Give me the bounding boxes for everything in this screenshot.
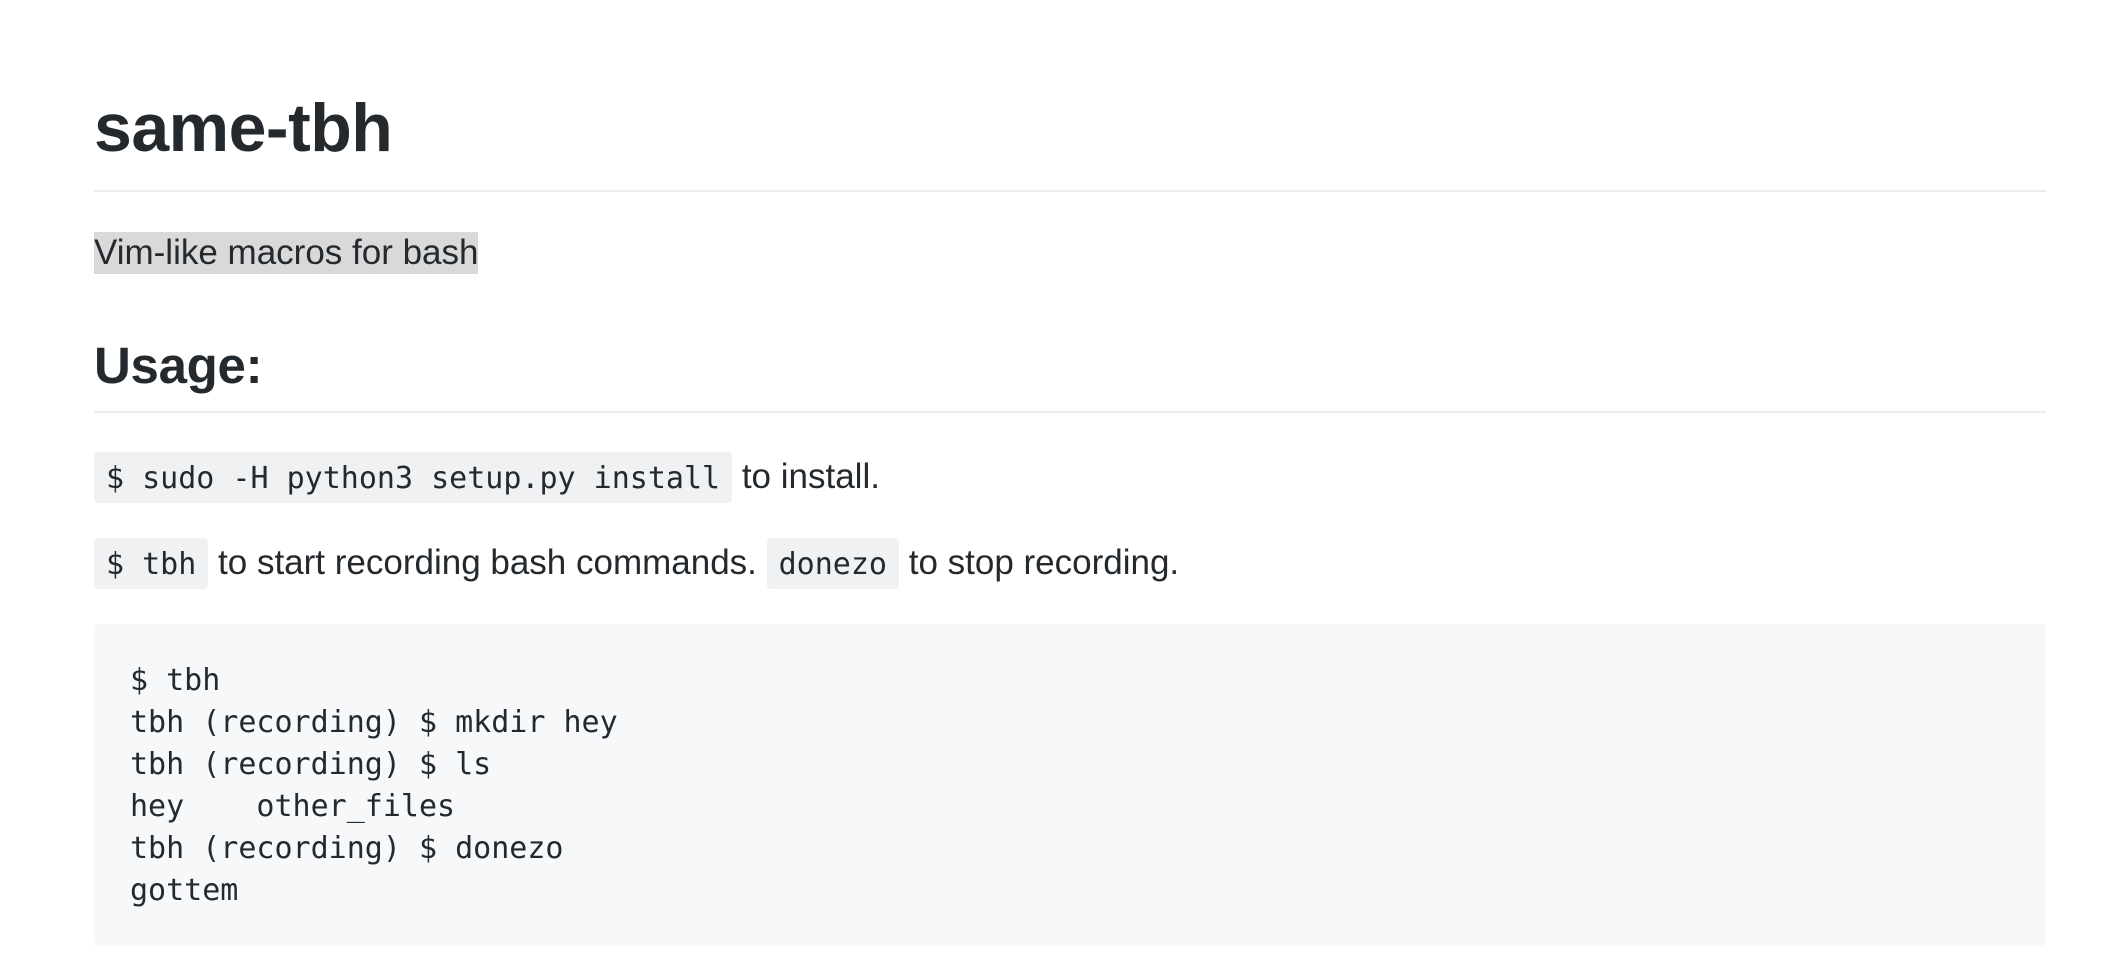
usage-divider [94,411,2046,413]
page-title: same-tbh [94,90,393,166]
code-line: tbh (recording) $ donezo [130,831,564,866]
tbh-command-code: $ tbh [94,538,209,589]
install-command-code: $ sudo -H python3 setup.py install [94,452,733,503]
code-line: tbh (recording) $ ls [130,747,492,782]
stop-recording-text: to stop recording. [899,543,1180,582]
code-line: hey other_files [130,789,456,824]
repo-description: Vim-like macros for bash [94,232,479,274]
donezo-command-code: donezo [766,538,899,589]
code-line: tbh (recording) $ mkdir hey [130,705,618,740]
title-divider [94,190,2046,192]
install-paragraph: $ sudo -H python3 setup.py install to in… [94,452,880,504]
recording-paragraph: $ tbh to start recording bash commands. … [94,538,1179,590]
start-recording-text: to start recording bash commands. [208,543,767,582]
usage-heading: Usage: [94,337,263,394]
code-block: $ tbh tbh (recording) $ mkdir hey tbh (r… [94,624,2046,946]
code-line: $ tbh [130,663,221,698]
code-line: gottem [130,873,239,908]
install-text: to install. [732,457,880,496]
